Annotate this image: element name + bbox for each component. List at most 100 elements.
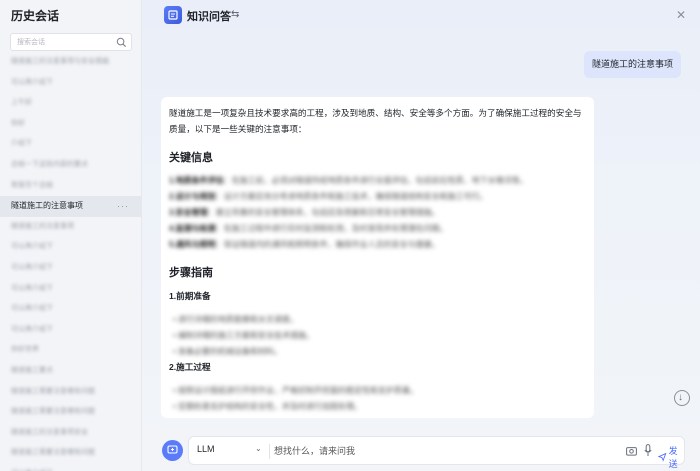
history-item-label: 你好世界 [11,346,39,354]
history-item[interactable]: 介绍下 [0,134,141,155]
history-item-label: 你好 [11,119,25,127]
history-item[interactable]: 隧道施工要点 [0,361,141,382]
steps-heading: 步骤指南 [169,267,213,279]
history-item[interactable]: 可以再介绍下 [0,320,141,341]
history-item-label: 介绍下 [11,140,32,148]
history-item[interactable]: 可以再介绍下 [0,237,141,258]
history-item[interactable]: 隧道施工需要注意哪些问题 [0,382,141,403]
step-item: • 按照设计图纸进行开挖作业，严格控制开挖面的稳定性和支护质量。 [173,386,419,395]
history-item[interactable]: 隧道施工需要注意哪些问题 [0,443,141,464]
history-item[interactable]: 可以再介绍下 [0,258,141,279]
history-item-label: 可以再介绍下 [11,263,53,271]
answer-intro: 隧道施工是一项复杂且技术要求高的工程，涉及到地质、结构、安全等多个方面。为了确保… [169,108,582,134]
send-label: 发送 [668,446,678,469]
history-item-label: 隧道施工要点 [11,366,53,374]
scroll-to-bottom-button[interactable]: ↓ [674,390,690,406]
model-select-value: LLM [197,444,215,454]
history-item-label: 可以再介绍下 [11,284,53,292]
key-info-item-title: 4.监测与检测 [169,224,216,233]
step-item-text: 定期检查支护结构的安全性，并及时进行加固处理。 [178,402,363,411]
history-item-label: 可以再介绍下 [11,325,53,333]
user-message-bubble: 隧道施工的注意事项 [583,51,681,78]
key-info-item-title: 2.设计与规划 [169,192,216,201]
history-item[interactable]: 隧道施工的注意事项与安全措施 [0,52,141,73]
key-info-item: 3.安全管理：建立完善的安全管理体系，包括应急预案和日常安全管理措施。 [169,207,440,217]
step-item-text: 准备必要的机械设备和材料。 [178,347,283,356]
send-icon [658,452,667,462]
page-title: 知识问答 [187,11,231,23]
history-item-label: 隧道施工的注意事项与安全措施 [11,58,109,65]
main-panel: 知识问答 ⇆ ✕ 隧道施工的注意事项 隧道施工是一项复杂且技术要求高的工程，涉及… [142,0,700,471]
history-item-label: 上午好 [11,99,32,107]
key-info-heading: 关键信息 [169,152,213,164]
history-item[interactable]: 总结一下这段内容的要点 [0,155,141,176]
step-item: • 进行详细的地质勘察和水文调查。 [173,315,299,324]
history-item[interactable]: 隧道施工的注意事项 [0,217,141,238]
key-info-item: 2.设计与规划：设计方案应充分考虑地质条件和施工技术，确保隧道结构安全和施工可行… [169,191,488,201]
history-item-active[interactable]: 隧道施工的注意事项 ··· [0,196,141,217]
key-info-item: 5.通风与照明：保证隧道内的通风和照明条件，确保作业人员的安全与健康。 [169,239,440,249]
model-select[interactable]: LLM ⌄ [197,444,267,459]
history-item[interactable]: 可以再介绍下 [0,279,141,300]
history-item[interactable]: 上午好 [0,93,141,114]
divider [269,444,270,459]
step-item: • 编制详细的施工方案和安全技术措施。 [173,331,315,340]
sidebar-title: 历史会话 [11,9,60,23]
search-box[interactable] [10,33,132,51]
history-item[interactable]: 帮我写个总结 [0,176,141,197]
history-item-label: 隧道施工需要注意哪些问题 [11,449,95,457]
sidebar: 历史会话 隧道施工的注意事项与安全措施可以再介绍下上午好你好介绍下总结一下这段内… [0,0,142,471]
key-info-item-text: ：设计方案应充分考虑地质条件和施工技术，确保隧道结构安全和施工可行。 [215,192,488,201]
history-item[interactable]: 你好 [0,114,141,135]
new-chat-button[interactable] [162,440,183,461]
chevron-down-icon: ⌄ [255,444,262,453]
close-icon[interactable]: ✕ [676,8,686,22]
send-button[interactable]: 发送 [658,444,684,470]
history-item-label: 可以再介绍下 [11,243,53,251]
key-info-item-text: ：保证隧道内的通风和照明条件，确保作业人员的安全与健康。 [215,240,440,249]
answer-card: 隧道施工是一项复杂且技术要求高的工程，涉及到地质、结构、安全等多个方面。为了确保… [161,97,594,418]
history-item-label: 总结一下这段内容的要点 [11,160,88,168]
step1-title: 1.前期准备 [169,291,211,301]
key-info-item-text: ：在施工前，必须对隧道所经地质条件进行全面评估，包括岩石性质、地下水情况等。 [223,176,528,185]
step-item-text: 按照设计图纸进行开挖作业，严格控制开挖面的稳定性和支护质量。 [178,386,419,395]
step-item-text: 编制详细的施工方案和安全技术措施。 [178,331,315,340]
history-item-label: 隧道施工需要注意哪些问题 [11,408,95,416]
chat-icon [167,445,178,454]
history-item-label: 可以再介绍下 [11,78,53,86]
key-info-item: 1.地质条件评估：在施工前，必须对隧道所经地质条件进行全面评估，包括岩石性质、地… [169,175,528,185]
knowledge-qa-icon [164,6,182,24]
history-item[interactable]: 可以再介绍下 [0,73,141,94]
arrow-down-icon: ↓ [678,392,683,403]
history-list: 隧道施工的注意事项与安全措施 可以再介绍下 上午好 你好 介绍下 总结一下这段内容的要点帮… [0,52,141,471]
history-item[interactable]: 你好世界 [0,340,141,361]
history-item-label: 可以再介绍下 [11,305,53,313]
image-upload-icon[interactable] [626,446,637,456]
history-item-label: 隧道施工需要注意哪些问题 [11,387,95,395]
key-info-item-text: ：建立完善的安全管理体系，包括应急预案和日常安全管理措施。 [207,208,440,217]
step-item-text: 进行详细的地质勘察和水文调查。 [178,315,299,324]
more-options-icon[interactable]: ··· [117,196,129,217]
message-input[interactable] [274,443,574,459]
key-info-item: 4.监测与检测：在施工过程中进行实时监测和检测，及时发现并处理潜在问题。 [169,223,448,233]
microphone-icon[interactable] [644,444,652,457]
history-item-label: 隧道施工的注意事项 [11,222,74,230]
history-item-label: 隧道施工的注意事项安全 [11,428,88,436]
step2-title: 2.施工过程 [169,362,211,372]
message-input-bar: LLM ⌄ 发送 [188,436,685,469]
history-item[interactable]: 隧道施工需要注意哪些问题 [0,402,141,423]
top-bar: 知识问答 ⇆ ✕ [142,0,700,30]
history-item-label: 隧道施工的注意事项 [11,201,83,211]
key-info-item-text: ：在施工过程中进行实时监测和检测，及时发现并处理潜在问题。 [215,224,448,233]
history-item[interactable]: 可以再介绍下 [0,464,141,471]
step-item: • 准备必要的机械设备和材料。 [173,347,283,356]
history-item[interactable]: 可以再介绍下 [0,299,141,320]
key-info-item-title: 1.地质条件评估 [169,176,224,185]
key-info-item-title: 5.通风与照明 [169,240,216,249]
step-item: • 定期检查支护结构的安全性，并及时进行加固处理。 [173,402,363,411]
history-item[interactable]: 隧道施工的注意事项安全 [0,423,141,444]
search-icon[interactable] [116,37,127,48]
swap-icon[interactable]: ⇆ [231,9,239,20]
search-input[interactable] [17,36,113,48]
history-item-label: 帮我写个总结 [11,181,53,189]
